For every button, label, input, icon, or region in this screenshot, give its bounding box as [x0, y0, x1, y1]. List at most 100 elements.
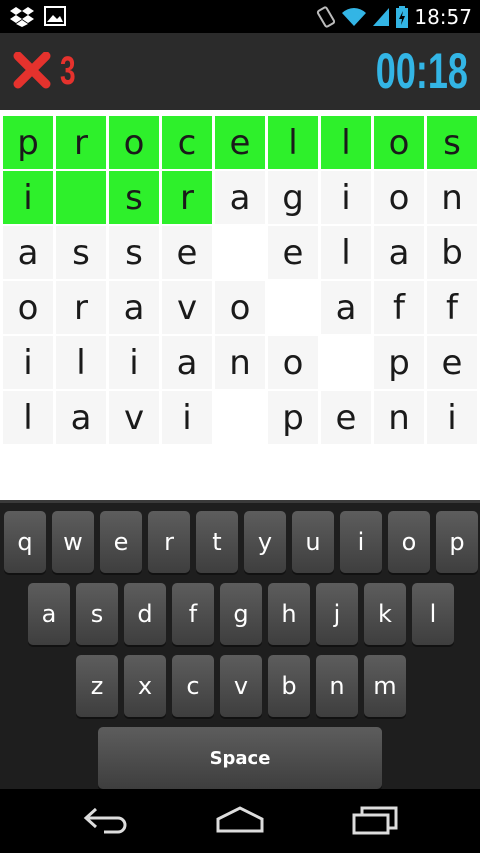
key-n[interactable]: n — [316, 655, 358, 717]
grid-cell[interactable]: g — [268, 171, 318, 224]
key-g[interactable]: g — [220, 583, 262, 645]
grid-cell[interactable]: b — [427, 226, 477, 279]
grid-cell[interactable]: f — [374, 281, 424, 334]
grid-cell[interactable]: v — [162, 281, 212, 334]
grid-cell[interactable]: i — [162, 391, 212, 444]
grid-cell[interactable]: a — [215, 171, 265, 224]
grid-cell[interactable]: l — [268, 116, 318, 169]
grid-row: lavipeni — [0, 391, 480, 444]
grid-cell[interactable]: l — [3, 391, 53, 444]
error-count: 3 — [60, 49, 76, 93]
grid-cell[interactable]: a — [3, 226, 53, 279]
space-key[interactable]: Space — [98, 727, 382, 789]
key-f[interactable]: f — [172, 583, 214, 645]
key-u[interactable]: u — [292, 511, 334, 573]
grid-cell[interactable] — [56, 171, 106, 224]
grid-cell[interactable]: p — [374, 336, 424, 389]
game-header: 3 00:18 — [0, 33, 480, 110]
grid-cell[interactable]: a — [374, 226, 424, 279]
grid-cell[interactable]: o — [268, 336, 318, 389]
grid-cell[interactable]: a — [109, 281, 159, 334]
grid-cell[interactable]: s — [109, 171, 159, 224]
key-w[interactable]: w — [52, 511, 94, 573]
key-o[interactable]: o — [388, 511, 430, 573]
grid-cell[interactable]: v — [109, 391, 159, 444]
key-v[interactable]: v — [220, 655, 262, 717]
home-icon[interactable] — [214, 805, 266, 835]
key-c[interactable]: c — [172, 655, 214, 717]
grid-cell[interactable]: n — [215, 336, 265, 389]
grid-cell[interactable]: e — [215, 116, 265, 169]
grid-cell[interactable]: c — [162, 116, 212, 169]
grid-cell[interactable]: r — [56, 281, 106, 334]
grid-cell[interactable]: i — [321, 171, 371, 224]
key-j[interactable]: j — [316, 583, 358, 645]
nav-bar — [0, 789, 480, 853]
rotate-icon — [317, 5, 336, 28]
grid-cell[interactable]: s — [427, 116, 477, 169]
grid-cell[interactable]: p — [268, 391, 318, 444]
grid-cell[interactable]: e — [427, 336, 477, 389]
grid-cell[interactable]: f — [427, 281, 477, 334]
timer: 00:18 — [375, 43, 468, 99]
key-i[interactable]: i — [340, 511, 382, 573]
grid-cell[interactable]: s — [109, 226, 159, 279]
key-s[interactable]: s — [76, 583, 118, 645]
clock: 18:57 — [414, 4, 472, 29]
grid-cell[interactable] — [268, 281, 318, 334]
grid-cell[interactable]: l — [321, 116, 371, 169]
key-z[interactable]: z — [76, 655, 118, 717]
key-d[interactable]: d — [124, 583, 166, 645]
key-b[interactable]: b — [268, 655, 310, 717]
grid-row: procellos — [0, 116, 480, 169]
grid-row: asseelab — [0, 226, 480, 279]
grid-cell[interactable]: l — [56, 336, 106, 389]
grid-cell[interactable]: o — [215, 281, 265, 334]
key-r[interactable]: r — [148, 511, 190, 573]
grid-cell[interactable]: o — [3, 281, 53, 334]
battery-charging-icon — [396, 5, 409, 28]
grid-cell[interactable]: a — [56, 391, 106, 444]
grid-cell[interactable]: o — [109, 116, 159, 169]
key-q[interactable]: q — [4, 511, 46, 573]
grid-cell[interactable]: r — [162, 171, 212, 224]
grid-cell[interactable]: p — [3, 116, 53, 169]
grid-cell[interactable]: l — [321, 226, 371, 279]
key-m[interactable]: m — [364, 655, 406, 717]
grid-cell[interactable]: e — [268, 226, 318, 279]
grid-cell[interactable] — [321, 336, 371, 389]
grid-cell[interactable] — [215, 226, 265, 279]
close-icon — [13, 52, 51, 89]
grid-cell[interactable]: i — [427, 391, 477, 444]
key-x[interactable]: x — [124, 655, 166, 717]
key-e[interactable]: e — [100, 511, 142, 573]
signal-icon — [373, 7, 390, 26]
key-l[interactable]: l — [412, 583, 454, 645]
grid-cell[interactable]: e — [321, 391, 371, 444]
key-k[interactable]: k — [364, 583, 406, 645]
grid-cell[interactable]: a — [162, 336, 212, 389]
grid-cell[interactable]: n — [427, 171, 477, 224]
grid-cell[interactable]: i — [3, 336, 53, 389]
keyboard: q w e r t y u i o p a s d f g h j k l z x c v b n m Space — [0, 500, 480, 792]
grid-cell[interactable]: o — [374, 171, 424, 224]
grid-cell[interactable]: a — [321, 281, 371, 334]
grid-cell[interactable]: e — [162, 226, 212, 279]
key-p[interactable]: p — [436, 511, 478, 573]
grid-cell[interactable]: o — [374, 116, 424, 169]
grid-cell[interactable]: r — [56, 116, 106, 169]
status-bar: 18:57 — [0, 0, 480, 33]
back-icon[interactable] — [82, 805, 132, 835]
key-h[interactable]: h — [268, 583, 310, 645]
key-y[interactable]: y — [244, 511, 286, 573]
grid-cell[interactable]: i — [3, 171, 53, 224]
recent-apps-icon[interactable] — [350, 805, 400, 835]
image-icon — [44, 6, 66, 26]
key-a[interactable]: a — [28, 583, 70, 645]
wifi-icon — [342, 7, 367, 26]
grid-cell[interactable]: i — [109, 336, 159, 389]
grid-cell[interactable]: n — [374, 391, 424, 444]
key-t[interactable]: t — [196, 511, 238, 573]
grid-cell[interactable]: s — [56, 226, 106, 279]
grid-cell[interactable] — [215, 391, 265, 444]
